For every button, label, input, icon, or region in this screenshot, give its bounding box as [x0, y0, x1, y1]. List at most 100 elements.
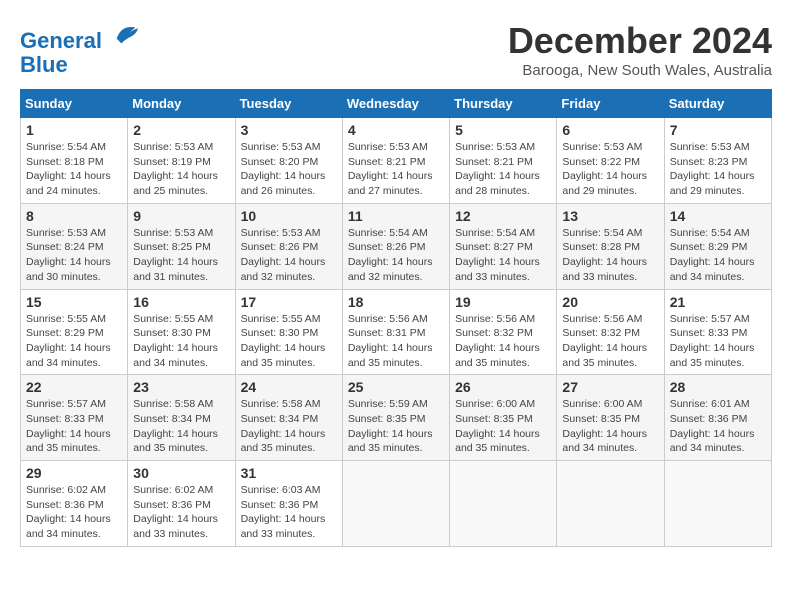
- header: General Blue December 2024 Barooga, New …: [20, 20, 772, 79]
- calendar-cell: 7 Sunrise: 5:53 AMSunset: 8:23 PMDayligh…: [664, 118, 771, 204]
- logo-general: General: [20, 28, 102, 53]
- day-number: 21: [670, 294, 766, 310]
- calendar-cell: 4 Sunrise: 5:53 AMSunset: 8:21 PMDayligh…: [342, 118, 449, 204]
- day-number: 13: [562, 208, 658, 224]
- day-number: 11: [348, 208, 444, 224]
- calendar-cell: 28 Sunrise: 6:01 AMSunset: 8:36 PMDaylig…: [664, 375, 771, 461]
- day-detail: Sunrise: 5:54 AMSunset: 8:27 PMDaylight:…: [455, 227, 540, 283]
- calendar-cell: 22 Sunrise: 5:57 AMSunset: 8:33 PMDaylig…: [21, 375, 128, 461]
- day-detail: Sunrise: 6:00 AMSunset: 8:35 PMDaylight:…: [562, 398, 647, 454]
- day-number: 12: [455, 208, 551, 224]
- day-detail: Sunrise: 5:53 AMSunset: 8:21 PMDaylight:…: [455, 141, 540, 197]
- calendar-cell: 15 Sunrise: 5:55 AMSunset: 8:29 PMDaylig…: [21, 289, 128, 375]
- calendar-cell: [664, 461, 771, 547]
- logo-blue: Blue: [20, 52, 68, 77]
- calendar-week-5: 29 Sunrise: 6:02 AMSunset: 8:36 PMDaylig…: [21, 461, 772, 547]
- day-detail: Sunrise: 5:54 AMSunset: 8:26 PMDaylight:…: [348, 227, 433, 283]
- day-detail: Sunrise: 5:56 AMSunset: 8:32 PMDaylight:…: [455, 313, 540, 369]
- calendar-cell: 25 Sunrise: 5:59 AMSunset: 8:35 PMDaylig…: [342, 375, 449, 461]
- weekday-header-tuesday: Tuesday: [235, 90, 342, 118]
- calendar-cell: 6 Sunrise: 5:53 AMSunset: 8:22 PMDayligh…: [557, 118, 664, 204]
- calendar-cell: 10 Sunrise: 5:53 AMSunset: 8:26 PMDaylig…: [235, 203, 342, 289]
- day-detail: Sunrise: 5:59 AMSunset: 8:35 PMDaylight:…: [348, 398, 433, 454]
- day-detail: Sunrise: 5:54 AMSunset: 8:28 PMDaylight:…: [562, 227, 647, 283]
- day-number: 28: [670, 379, 766, 395]
- weekday-header-monday: Monday: [128, 90, 235, 118]
- day-number: 29: [26, 465, 122, 481]
- day-number: 17: [241, 294, 337, 310]
- calendar-cell: 24 Sunrise: 5:58 AMSunset: 8:34 PMDaylig…: [235, 375, 342, 461]
- day-number: 9: [133, 208, 229, 224]
- calendar-cell: 19 Sunrise: 5:56 AMSunset: 8:32 PMDaylig…: [450, 289, 557, 375]
- day-detail: Sunrise: 5:57 AMSunset: 8:33 PMDaylight:…: [670, 313, 755, 369]
- day-detail: Sunrise: 5:56 AMSunset: 8:31 PMDaylight:…: [348, 313, 433, 369]
- day-number: 2: [133, 122, 229, 138]
- calendar-cell: 27 Sunrise: 6:00 AMSunset: 8:35 PMDaylig…: [557, 375, 664, 461]
- calendar-cell: [450, 461, 557, 547]
- calendar-cell: 21 Sunrise: 5:57 AMSunset: 8:33 PMDaylig…: [664, 289, 771, 375]
- calendar-cell: 18 Sunrise: 5:56 AMSunset: 8:31 PMDaylig…: [342, 289, 449, 375]
- weekday-header-sunday: Sunday: [21, 90, 128, 118]
- day-number: 26: [455, 379, 551, 395]
- day-detail: Sunrise: 6:02 AMSunset: 8:36 PMDaylight:…: [133, 484, 218, 540]
- day-detail: Sunrise: 5:53 AMSunset: 8:21 PMDaylight:…: [348, 141, 433, 197]
- calendar-cell: 3 Sunrise: 5:53 AMSunset: 8:20 PMDayligh…: [235, 118, 342, 204]
- calendar-week-3: 15 Sunrise: 5:55 AMSunset: 8:29 PMDaylig…: [21, 289, 772, 375]
- day-number: 30: [133, 465, 229, 481]
- weekday-header-wednesday: Wednesday: [342, 90, 449, 118]
- weekday-header-friday: Friday: [557, 90, 664, 118]
- day-number: 24: [241, 379, 337, 395]
- calendar-title: December 2024: [508, 20, 772, 62]
- calendar-week-4: 22 Sunrise: 5:57 AMSunset: 8:33 PMDaylig…: [21, 375, 772, 461]
- calendar-table: SundayMondayTuesdayWednesdayThursdayFrid…: [20, 89, 772, 547]
- day-detail: Sunrise: 5:58 AMSunset: 8:34 PMDaylight:…: [241, 398, 326, 454]
- calendar-cell: 14 Sunrise: 5:54 AMSunset: 8:29 PMDaylig…: [664, 203, 771, 289]
- calendar-cell: 2 Sunrise: 5:53 AMSunset: 8:19 PMDayligh…: [128, 118, 235, 204]
- calendar-cell: 31 Sunrise: 6:03 AMSunset: 8:36 PMDaylig…: [235, 461, 342, 547]
- calendar-cell: 17 Sunrise: 5:55 AMSunset: 8:30 PMDaylig…: [235, 289, 342, 375]
- calendar-cell: 1 Sunrise: 5:54 AMSunset: 8:18 PMDayligh…: [21, 118, 128, 204]
- calendar-cell: 9 Sunrise: 5:53 AMSunset: 8:25 PMDayligh…: [128, 203, 235, 289]
- day-number: 27: [562, 379, 658, 395]
- day-number: 15: [26, 294, 122, 310]
- calendar-cell: 12 Sunrise: 5:54 AMSunset: 8:27 PMDaylig…: [450, 203, 557, 289]
- calendar-cell: 13 Sunrise: 5:54 AMSunset: 8:28 PMDaylig…: [557, 203, 664, 289]
- day-detail: Sunrise: 5:53 AMSunset: 8:24 PMDaylight:…: [26, 227, 111, 283]
- day-detail: Sunrise: 5:58 AMSunset: 8:34 PMDaylight:…: [133, 398, 218, 454]
- day-number: 4: [348, 122, 444, 138]
- day-number: 7: [670, 122, 766, 138]
- day-detail: Sunrise: 5:53 AMSunset: 8:25 PMDaylight:…: [133, 227, 218, 283]
- day-detail: Sunrise: 5:56 AMSunset: 8:32 PMDaylight:…: [562, 313, 647, 369]
- day-detail: Sunrise: 5:53 AMSunset: 8:20 PMDaylight:…: [241, 141, 326, 197]
- day-detail: Sunrise: 5:53 AMSunset: 8:22 PMDaylight:…: [562, 141, 647, 197]
- day-number: 16: [133, 294, 229, 310]
- day-detail: Sunrise: 6:01 AMSunset: 8:36 PMDaylight:…: [670, 398, 755, 454]
- calendar-cell: 5 Sunrise: 5:53 AMSunset: 8:21 PMDayligh…: [450, 118, 557, 204]
- day-detail: Sunrise: 6:02 AMSunset: 8:36 PMDaylight:…: [26, 484, 111, 540]
- day-detail: Sunrise: 5:55 AMSunset: 8:29 PMDaylight:…: [26, 313, 111, 369]
- day-number: 14: [670, 208, 766, 224]
- day-detail: Sunrise: 5:53 AMSunset: 8:26 PMDaylight:…: [241, 227, 326, 283]
- day-detail: Sunrise: 5:53 AMSunset: 8:19 PMDaylight:…: [133, 141, 218, 197]
- calendar-cell: 29 Sunrise: 6:02 AMSunset: 8:36 PMDaylig…: [21, 461, 128, 547]
- day-detail: Sunrise: 5:55 AMSunset: 8:30 PMDaylight:…: [241, 313, 326, 369]
- day-detail: Sunrise: 6:00 AMSunset: 8:35 PMDaylight:…: [455, 398, 540, 454]
- weekday-header-saturday: Saturday: [664, 90, 771, 118]
- day-number: 5: [455, 122, 551, 138]
- day-detail: Sunrise: 5:57 AMSunset: 8:33 PMDaylight:…: [26, 398, 111, 454]
- title-area: December 2024 Barooga, New South Wales, …: [508, 20, 772, 79]
- calendar-cell: 26 Sunrise: 6:00 AMSunset: 8:35 PMDaylig…: [450, 375, 557, 461]
- day-number: 8: [26, 208, 122, 224]
- day-number: 19: [455, 294, 551, 310]
- calendar-cell: [557, 461, 664, 547]
- logo: General Blue: [20, 20, 140, 77]
- logo-bird-icon: [112, 20, 140, 48]
- day-detail: Sunrise: 5:53 AMSunset: 8:23 PMDaylight:…: [670, 141, 755, 197]
- calendar-cell: 23 Sunrise: 5:58 AMSunset: 8:34 PMDaylig…: [128, 375, 235, 461]
- day-number: 25: [348, 379, 444, 395]
- calendar-cell: 8 Sunrise: 5:53 AMSunset: 8:24 PMDayligh…: [21, 203, 128, 289]
- calendar-cell: 16 Sunrise: 5:55 AMSunset: 8:30 PMDaylig…: [128, 289, 235, 375]
- day-number: 20: [562, 294, 658, 310]
- day-detail: Sunrise: 5:54 AMSunset: 8:29 PMDaylight:…: [670, 227, 755, 283]
- calendar-cell: [342, 461, 449, 547]
